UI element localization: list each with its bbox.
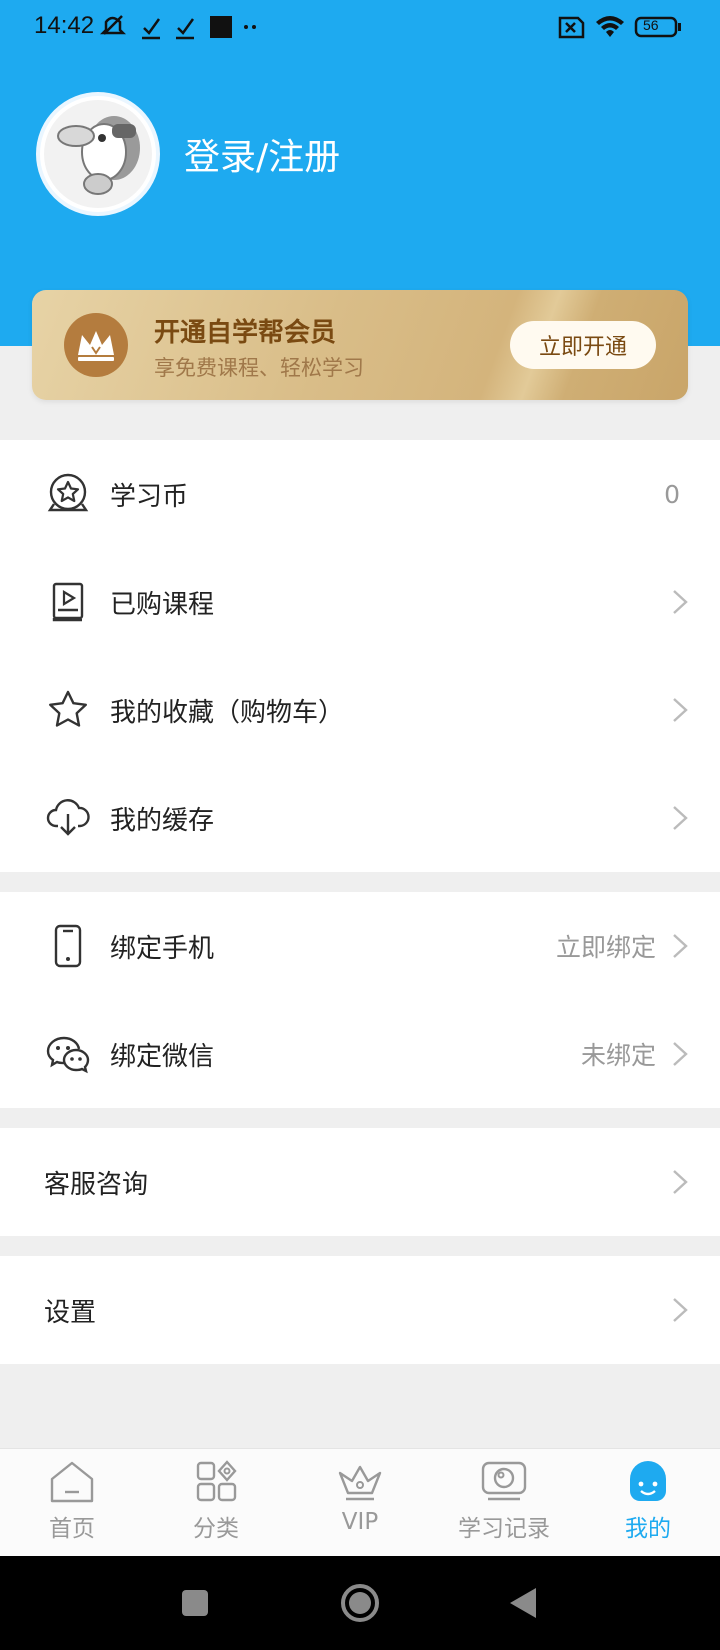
system-navigation-bar [0,1556,720,1650]
bottom-navigation: 首页 分类 VIP 学习记录 我的 [0,1448,720,1556]
menu-item-favorites[interactable]: 我的收藏（购物车） [0,656,720,764]
recent-apps-icon[interactable] [180,1588,210,1618]
crown-icon [338,1465,382,1501]
mascot-avatar-icon [44,100,152,208]
nav-label: 首页 [49,1516,95,1542]
menu-label: 我的收藏（购物车） [110,697,345,728]
chevron-right-icon [673,1042,688,1066]
chevron-right-icon [673,806,688,830]
star-icon [49,690,87,727]
menu-item-customer-service[interactable]: 客服咨询 [0,1128,720,1236]
coin-balance: 0 [664,479,680,509]
chevron-right-icon [673,698,688,722]
study-record-icon [481,1461,527,1501]
category-icon [196,1460,237,1502]
open-vip-button[interactable]: 立即开通 [510,321,656,369]
status-bar: 14:42 56 [0,0,720,56]
chevron-right-icon [673,1170,688,1194]
chevron-right-icon [673,1298,688,1322]
bind-wechat-status: 未绑定 [580,1041,656,1070]
phone-icon [54,924,82,968]
bind-phone-status: 立即绑定 [555,933,656,962]
nav-home[interactable]: 首页 [0,1459,144,1549]
home-button-icon[interactable] [340,1583,380,1623]
chevron-right-icon [673,590,688,614]
menu-section-service: 客服咨询 [0,1128,720,1236]
profile-row[interactable]: 登录/注册 [36,92,340,216]
nav-mine[interactable]: 我的 [576,1459,720,1549]
home-icon [50,1461,94,1503]
notification-icons [100,15,256,40]
vip-membership-card[interactable]: 开通自学帮会员 享免费课程、轻松学习 立即开通 [32,290,688,400]
login-register-link[interactable]: 登录/注册 [184,128,340,180]
crown-badge-icon [64,313,128,377]
menu-section-settings: 设置 [0,1256,720,1364]
sim-off-icon [558,16,585,39]
menu-item-coins[interactable]: 学习币 0 [0,440,720,548]
menu-section-main: 学习币 0 已购课程 我的收藏（购物车） 我的缓存 [0,440,720,872]
chevron-right-icon [673,934,688,958]
menu-item-purchased-courses[interactable]: 已购课程 [0,548,720,656]
vip-title: 开通自学帮会员 [154,318,337,348]
battery-icon [634,16,681,38]
battery-level: 56 [643,17,659,33]
status-time: 14:42 [34,12,95,39]
nav-label: 学习记录 [458,1516,550,1542]
menu-item-bind-phone[interactable]: 绑定手机 立即绑定 [0,892,720,1000]
mine-face-icon [630,1461,666,1501]
nav-label: 分类 [193,1516,239,1542]
avatar[interactable] [36,92,160,216]
back-button-icon[interactable] [508,1586,538,1620]
menu-label: 学习币 [110,481,189,512]
coin-star-icon [47,473,89,512]
menu-section-bind: 绑定手机 立即绑定 绑定微信 未绑定 [0,892,720,1108]
menu-item-downloads[interactable]: 我的缓存 [0,764,720,872]
nav-vip[interactable]: VIP [288,1459,432,1549]
cloud-download-icon [46,799,90,836]
wechat-icon [46,1036,90,1074]
nav-label: 我的 [625,1516,671,1542]
menu-label: 设置 [44,1297,97,1328]
nav-category[interactable]: 分类 [144,1459,288,1549]
vip-subtitle: 享免费课程、轻松学习 [154,356,364,380]
menu-label: 绑定微信 [110,1041,215,1072]
wifi-icon [596,16,624,37]
menu-label: 绑定手机 [110,933,215,964]
purchased-course-icon [52,582,84,622]
menu-item-bind-wechat[interactable]: 绑定微信 未绑定 [0,1000,720,1108]
menu-label: 客服咨询 [44,1169,149,1200]
menu-label: 已购课程 [110,589,215,620]
menu-label: 我的缓存 [110,805,215,836]
nav-study-record[interactable]: 学习记录 [432,1459,576,1549]
menu-item-settings[interactable]: 设置 [0,1256,720,1364]
nav-label: VIP [341,1509,379,1535]
